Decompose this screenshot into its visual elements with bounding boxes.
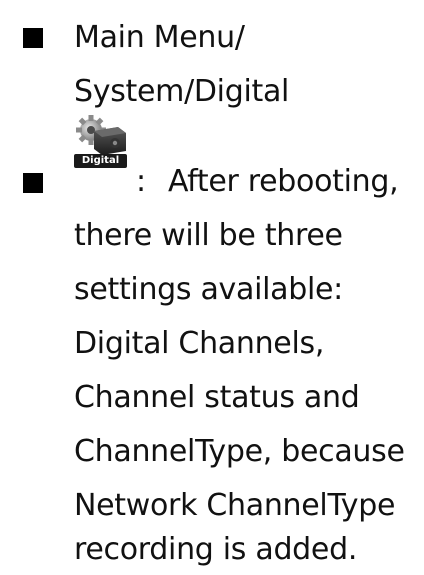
- description-line-2: there will be three: [74, 218, 343, 253]
- colon: :: [136, 164, 147, 199]
- description-line-3: settings available:: [74, 272, 343, 307]
- description-line-1: After rebooting,: [168, 164, 399, 199]
- bullet-2: [23, 173, 43, 193]
- description-line-8: recording is added.: [74, 532, 358, 567]
- description-line-5: Channel status and: [74, 380, 360, 415]
- menu-path-line-1: Main Menu/: [74, 20, 245, 55]
- menu-path-line-2: System/Digital: [74, 74, 290, 109]
- description-line-6: ChannelType, because: [74, 434, 405, 469]
- digital-settings-icon: Digital: [74, 115, 127, 168]
- description-line-4: Digital Channels,: [74, 326, 325, 361]
- bullet-1: [23, 28, 43, 48]
- gear-camera-icon: [76, 115, 126, 155]
- digital-icon-label: Digital: [74, 154, 127, 168]
- description-line-7: Network ChannelType: [74, 488, 396, 523]
